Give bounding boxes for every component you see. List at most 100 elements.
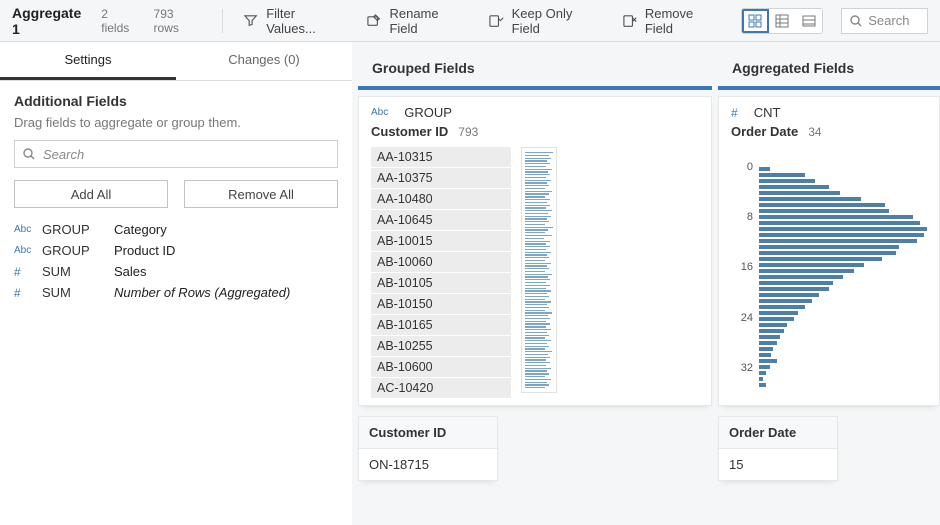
preview-bar <box>525 241 550 242</box>
histogram-bar <box>759 311 798 315</box>
preview-bar <box>525 351 552 352</box>
preview-bar <box>525 354 548 355</box>
grouped-value-item[interactable]: AB-10150 <box>371 294 511 314</box>
preview-bar <box>525 370 547 371</box>
left-tabs: Settings Changes (0) <box>0 42 352 81</box>
field-agg: GROUP <box>42 243 114 258</box>
grouped-distribution-preview <box>521 147 557 393</box>
keep-only-field-button[interactable]: Keep Only Field <box>480 2 607 40</box>
preview-bar <box>525 185 549 186</box>
left-panel: Settings Changes (0) Additional Fields D… <box>0 42 352 525</box>
add-all-button[interactable]: Add All <box>14 180 168 208</box>
preview-bar <box>525 315 548 316</box>
preview-bar <box>525 163 550 164</box>
rename-icon <box>366 13 381 29</box>
aggregated-data-preview: Order Date 15 <box>718 416 838 481</box>
preview-bar <box>525 158 551 159</box>
histogram-bar <box>759 353 771 357</box>
grouped-value-item[interactable]: AB-10165 <box>371 315 511 335</box>
histogram-bar <box>759 263 864 267</box>
histogram-bar <box>759 269 854 273</box>
preview-bar <box>525 207 546 208</box>
grouped-data-header: Customer ID <box>359 417 497 449</box>
histogram-bar <box>759 281 833 285</box>
search-icon <box>23 148 35 160</box>
aggregated-field-card[interactable]: # CNT Order Date 34 08162432 <box>718 96 940 406</box>
field-agg: SUM <box>42 285 114 300</box>
preview-bar <box>525 199 550 200</box>
grouped-value-item[interactable]: AC-10420 <box>371 378 511 398</box>
grouped-value-item[interactable]: AB-10600 <box>371 357 511 377</box>
histogram-bar <box>759 191 840 195</box>
view-list-button[interactable] <box>769 9 796 33</box>
filter-values-button[interactable]: Filter Values... <box>235 2 352 40</box>
preview-bar <box>525 254 547 255</box>
histogram-bar <box>759 215 913 219</box>
preview-bar <box>525 196 545 197</box>
field-name[interactable]: Product ID <box>114 243 338 258</box>
aggregated-fields-panel: Aggregated Fields # CNT Order Date 34 08… <box>712 42 940 525</box>
histogram-bar <box>759 197 861 201</box>
fields-search-placeholder: Search <box>43 147 84 162</box>
aggregated-field-count: 34 <box>808 125 821 139</box>
keep-only-icon <box>488 13 503 29</box>
fields-search-input[interactable]: Search <box>14 140 338 168</box>
drag-hint: Drag fields to aggregate or group them. <box>14 115 338 130</box>
histogram-bar <box>759 383 766 387</box>
grouped-value-item[interactable]: AB-10105 <box>371 273 511 293</box>
grouped-fields-panel: Grouped Fields Abc GROUP Customer ID 793… <box>352 42 712 525</box>
type-abc-icon: Abc <box>14 224 42 235</box>
rename-field-button[interactable]: Rename Field <box>358 2 474 40</box>
tab-settings[interactable]: Settings <box>0 42 176 80</box>
grouped-value-item[interactable]: AB-10060 <box>371 252 511 272</box>
grouped-field-card[interactable]: Abc GROUP Customer ID 793 AA-10315AA-103… <box>358 96 712 406</box>
preview-bar <box>525 202 547 203</box>
preview-bar <box>525 304 547 305</box>
preview-bar <box>525 218 547 219</box>
grouped-value-item[interactable]: AB-10015 <box>371 231 511 251</box>
preview-bar <box>525 263 551 264</box>
preview-bar <box>525 227 553 228</box>
accent-bar <box>358 86 712 90</box>
filter-icon <box>243 13 258 29</box>
preview-bar <box>525 362 550 363</box>
view-rows-button[interactable] <box>796 9 823 33</box>
preview-bar <box>525 365 546 366</box>
rows-count: 793 rows <box>154 7 200 35</box>
histogram-bar <box>759 371 766 375</box>
grouped-value-item[interactable]: AA-10315 <box>371 147 511 167</box>
field-name[interactable]: Sales <box>114 264 338 279</box>
grouped-value-item[interactable]: AB-10255 <box>371 336 511 356</box>
preview-bar <box>525 182 547 183</box>
histogram-bars <box>759 167 927 393</box>
preview-bar <box>525 296 549 297</box>
preview-bar <box>525 180 551 181</box>
aggregated-data-value: 15 <box>719 449 837 480</box>
search-icon <box>850 15 862 27</box>
remove-all-button[interactable]: Remove All <box>184 180 338 208</box>
field-name[interactable]: Number of Rows (Aggregated) <box>114 285 338 300</box>
field-name[interactable]: Category <box>114 222 338 237</box>
remove-field-button[interactable]: Remove Field <box>614 2 729 40</box>
preview-bar <box>525 155 549 156</box>
preview-bar <box>525 310 545 311</box>
preview-bar <box>525 307 549 308</box>
preview-bar <box>525 285 550 286</box>
preview-bar <box>525 224 545 225</box>
grouped-value-item[interactable]: AA-10480 <box>371 189 511 209</box>
remove-field-icon <box>622 13 637 29</box>
field-agg: SUM <box>42 264 114 279</box>
group-agg-label: GROUP <box>404 105 452 120</box>
preview-bar <box>525 288 546 289</box>
axis-tick: 24 <box>741 312 753 324</box>
filter-values-label: Filter Values... <box>266 6 344 36</box>
view-cards-button[interactable] <box>742 9 769 33</box>
grouped-value-item[interactable]: AA-10375 <box>371 168 511 188</box>
grouped-value-item[interactable]: AA-10645 <box>371 210 511 230</box>
histogram-bar <box>759 377 763 381</box>
fields-count: 2 fields <box>101 7 137 35</box>
preview-bar <box>525 205 550 206</box>
type-abc-icon: Abc <box>14 245 42 256</box>
tab-changes[interactable]: Changes (0) <box>176 42 352 80</box>
global-search-input[interactable]: Search <box>841 8 928 34</box>
